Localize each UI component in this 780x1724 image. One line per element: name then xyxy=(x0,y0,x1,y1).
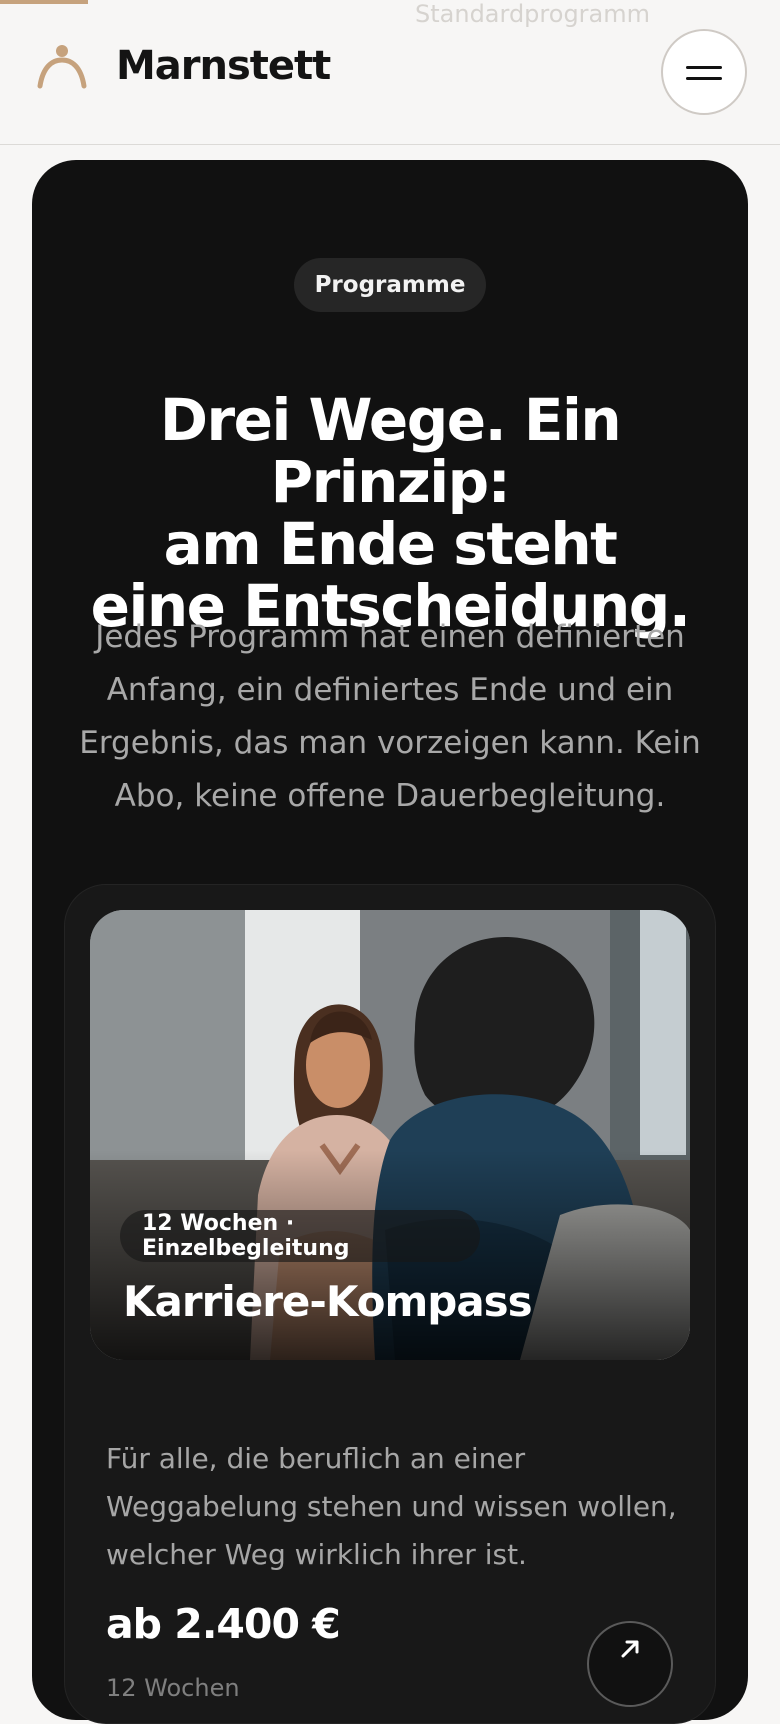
faded-header-text: Standardprogramm xyxy=(415,0,651,28)
program-description: Für alle, die beruflich an einer Weggabe… xyxy=(106,1442,677,1571)
menu-button[interactable] xyxy=(661,29,747,115)
site-header: Standardprogramm Marnstett xyxy=(0,0,780,145)
brand-link[interactable]: Marnstett xyxy=(36,38,331,94)
program-meta-chip: 12 Wochen · Einzelbegleitung xyxy=(120,1210,480,1262)
section-intro: Jedes Programm hat einen definierten Anf… xyxy=(79,619,701,814)
menu-icon xyxy=(686,63,722,81)
section-headline: Drei Wege. Ein Prinzip: am Ende steht ei… xyxy=(70,389,710,637)
program-photo: 12 Wochen · Einzelbegleitung Karriere-Ko… xyxy=(90,910,690,1360)
menu-line-bottom xyxy=(686,77,722,80)
program-open-button[interactable] xyxy=(587,1621,673,1707)
program-duration: 12 Wochen xyxy=(106,1674,240,1702)
menu-line-top xyxy=(686,66,722,69)
top-accent-line xyxy=(0,0,88,4)
headline-line-2: am Ende steht xyxy=(163,509,618,578)
headline-line-1: Drei Wege. Ein Prinzip: xyxy=(159,385,622,516)
brand-name: Marnstett xyxy=(116,43,331,89)
program-title: Karriere-Kompass xyxy=(123,1277,533,1326)
program-price: ab 2.400 € xyxy=(106,1600,341,1648)
section-pill: Programme xyxy=(294,258,486,312)
person-icon xyxy=(37,45,87,89)
arrow-up-right-icon xyxy=(621,1640,639,1658)
